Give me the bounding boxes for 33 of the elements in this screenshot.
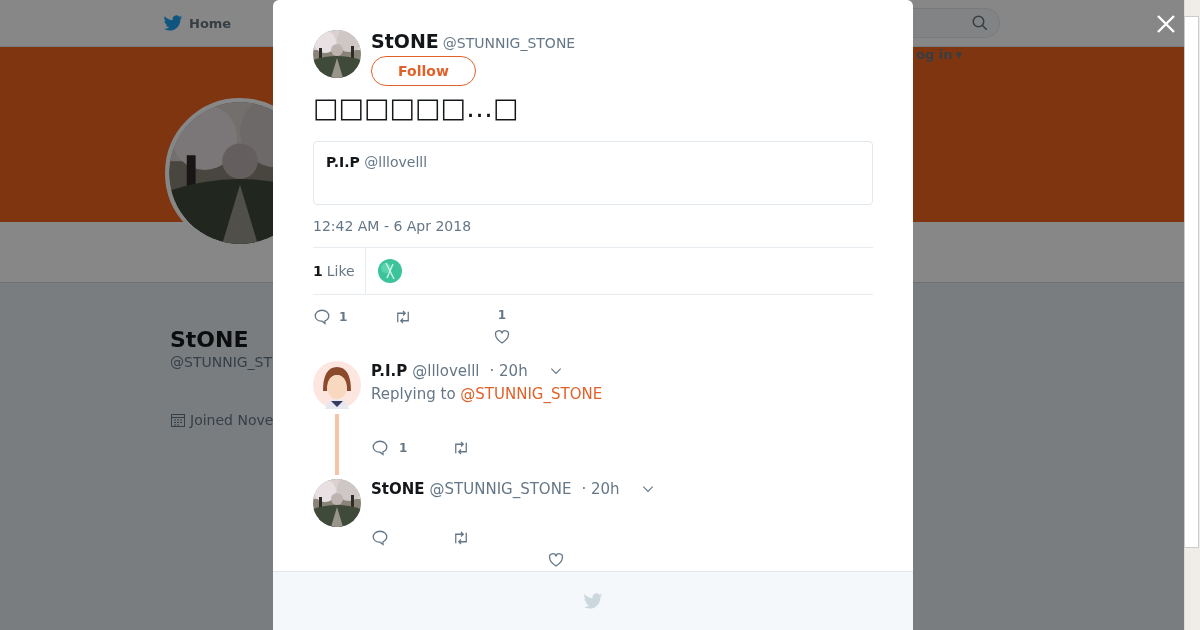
- profile-handle: @STUNNIG_ST: [170, 354, 273, 370]
- close-icon[interactable]: [1156, 14, 1176, 34]
- bird-icon: [163, 14, 183, 32]
- reply-author-handle: @STUNNIG_STONE: [429, 480, 572, 498]
- reply-author-name: StONE: [371, 480, 425, 498]
- reply-author-name: P.I.P: [371, 362, 408, 380]
- reply-icon[interactable]: [371, 439, 389, 457]
- calendar-icon: [170, 412, 186, 428]
- reply-time[interactable]: · 20h: [581, 480, 620, 498]
- quoted-tweet[interactable]: P.I.P @lllovelll: [313, 141, 873, 205]
- joined-date: Joined Nove: [190, 412, 274, 428]
- scrollbar[interactable]: [1184, 0, 1200, 630]
- heart-icon[interactable]: [547, 551, 565, 569]
- reply-button[interactable]: 1: [371, 439, 451, 457]
- reply-icon[interactable]: [313, 308, 331, 326]
- reply-time[interactable]: · 20h: [489, 362, 528, 380]
- likes-count[interactable]: 1 Like: [313, 248, 366, 294]
- replying-to-text: Replying to @STUNNIG_STONE: [371, 385, 604, 403]
- like-button[interactable]: 1: [493, 308, 511, 346]
- tweet-timestamp[interactable]: 12:42 AM - 6 Apr 2018: [313, 218, 873, 234]
- search-icon: [971, 14, 989, 32]
- profile-name: StONE: [170, 327, 249, 352]
- reply-author-handle: @lllovelll: [412, 362, 480, 380]
- home-link[interactable]: Home: [163, 14, 232, 32]
- author-handle: @STUNNIG_STONE: [442, 35, 576, 51]
- mention-link[interactable]: @STUNNIG_STONE: [460, 385, 603, 403]
- heart-icon[interactable]: [493, 328, 511, 346]
- follow-button[interactable]: Follow: [371, 56, 476, 86]
- tweet-text: □□□□□□…□: [313, 92, 520, 123]
- reply-icon[interactable]: [371, 529, 389, 547]
- search-field[interactable]: [913, 8, 1000, 38]
- reply-button[interactable]: 1: [313, 308, 393, 326]
- author-name: StONE: [371, 30, 439, 52]
